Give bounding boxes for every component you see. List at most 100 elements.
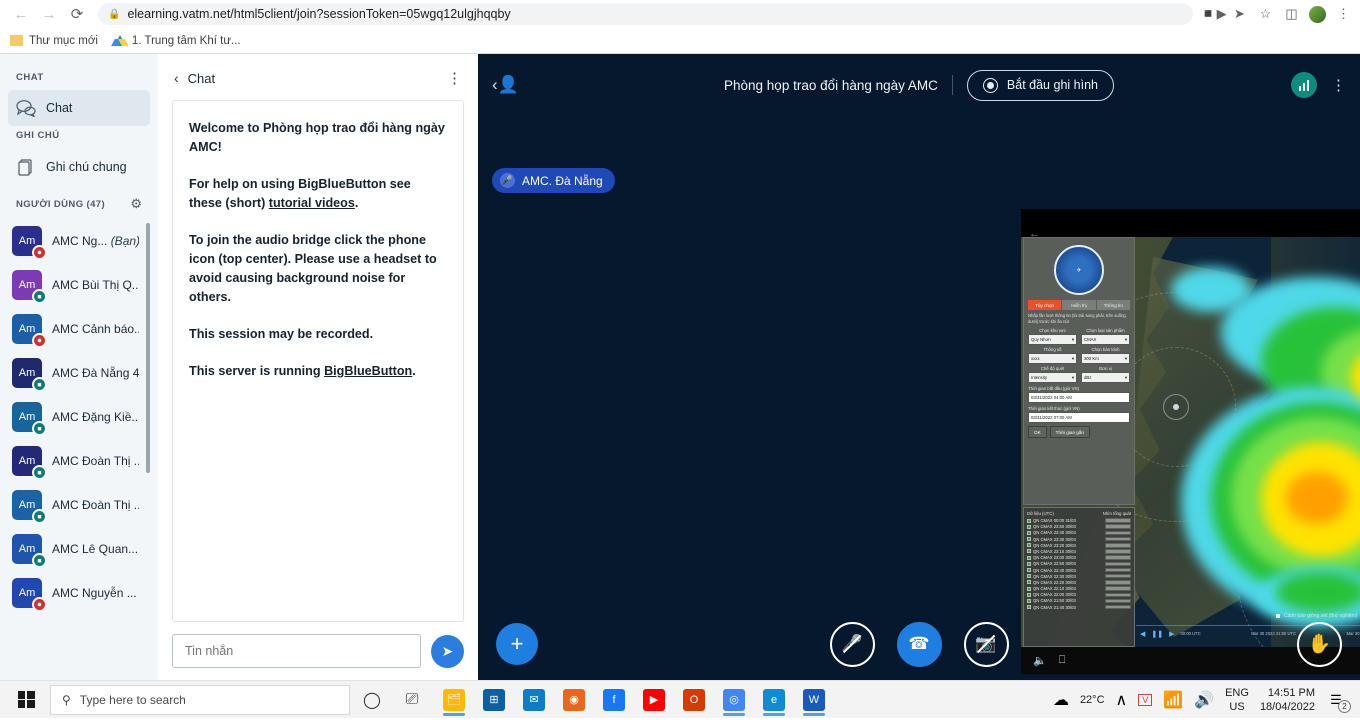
volume-icon[interactable]: 🔊 <box>1194 690 1214 710</box>
radar-data-item[interactable]: QN CMAX 22:30 30/03 <box>1027 574 1131 579</box>
message-input[interactable] <box>172 634 421 668</box>
checkbox[interactable] <box>1027 574 1031 578</box>
user-list-item[interactable]: Am⏺AMC Cảnh báo... <box>8 307 143 351</box>
checkbox[interactable] <box>1027 587 1031 591</box>
product-select[interactable]: CMAX▾ <box>1081 334 1130 345</box>
checkbox[interactable] <box>1027 537 1031 541</box>
scan-mode-select[interactable]: Intensity▾ <box>1028 372 1077 383</box>
firefox-icon[interactable]: ◉ <box>554 683 594 717</box>
user-list-item[interactable]: Am⏹AMC Đoàn Thị ... <box>8 439 143 483</box>
radar-data-item[interactable]: QN CMAX 23:50 30/03 <box>1027 524 1131 529</box>
user-list-item[interactable]: Am⏹AMC Lê Quan... <box>8 527 143 571</box>
camera-off-icon[interactable]: 📷 <box>964 622 1009 667</box>
bookmark-star-icon[interactable]: ☆ <box>1257 6 1274 23</box>
radar-data-item[interactable]: QN CMAX 23:00 30/03 <box>1027 555 1131 560</box>
user-list-scrollbar[interactable] <box>146 223 150 473</box>
bookmark-item-drive[interactable]: 1. Trung tâm Khí tư... <box>114 35 241 47</box>
radar-control-panel[interactable]: ✈ Tùy chọn Hiển thị Thông tin Nhấp lần l… <box>1023 237 1135 505</box>
radar-data-item[interactable]: QN CMAX 23:20 30/03 <box>1027 543 1131 548</box>
forward-arrow-icon[interactable]: → <box>36 1 62 27</box>
windows-start-icon[interactable] <box>6 691 46 708</box>
user-list-item[interactable]: Am⏹AMC Đoàn Thị ... <box>8 483 143 527</box>
edge-icon[interactable]: e <box>754 683 794 717</box>
ok-button[interactable]: OK <box>1028 426 1047 438</box>
end-time-input[interactable]: 03/31/2022 07:00 AM <box>1028 412 1130 423</box>
radar-data-item[interactable]: QN CMAX 22:10 30/03 <box>1027 586 1131 591</box>
mail-icon[interactable]: ✉ <box>514 683 554 717</box>
language-indicator[interactable]: ENG US <box>1225 686 1249 714</box>
phone-icon[interactable]: ☎ <box>897 622 942 667</box>
radar-tab-info[interactable]: Thông tin <box>1097 300 1130 310</box>
user-list-toggle-icon[interactable]: ‹👤 <box>492 75 519 95</box>
user-list-item[interactable]: Am⏹AMC Đặng Kiề... <box>8 395 143 439</box>
share-icon[interactable]: ➤ <box>1231 6 1248 23</box>
send-icon[interactable]: ➤ <box>431 635 464 668</box>
screencast-icon[interactable]: ◾▶ <box>1205 6 1222 23</box>
tutorial-videos-link[interactable]: tutorial videos <box>269 196 355 210</box>
radar-tab-display[interactable]: Hiển thị <box>1062 300 1095 310</box>
reload-icon[interactable]: ⟳ <box>64 1 90 27</box>
recent-time-button[interactable]: Thời gian gần <box>1050 426 1090 438</box>
checkbox[interactable] <box>1027 556 1031 560</box>
task-view-icon[interactable]: ⎚ <box>394 683 430 717</box>
microsoft-store-icon[interactable]: ⊞ <box>474 683 514 717</box>
clock[interactable]: 14:51 PM 18/04/2022 <box>1260 686 1315 714</box>
gear-icon[interactable]: ⚙ <box>130 196 142 212</box>
sidebar-item-notes[interactable]: Ghi chú chung <box>8 148 150 186</box>
cortana-icon[interactable]: ◯ <box>354 683 390 717</box>
radar-data-item[interactable]: QN CMAX 21:50 30/03 <box>1027 598 1131 603</box>
show-hidden-icons-icon[interactable]: ∧ <box>1116 690 1128 710</box>
user-list-item[interactable]: Am⏹AMC Bùi Thị Q... <box>8 263 143 307</box>
shared-screen[interactable]: ← <box>1021 209 1360 674</box>
radius-select[interactable]: 300 Km▾ <box>1081 353 1130 364</box>
user-list-item[interactable]: Am⏺AMC Ng... (Bạn) <box>8 219 143 263</box>
office-icon[interactable]: O <box>674 683 714 717</box>
param-select[interactable]: xxxx▾ <box>1028 353 1077 364</box>
actions-plus-button[interactable]: + <box>496 623 538 665</box>
user-list[interactable]: Am⏺AMC Ng... (Bạn)Am⏹AMC Bùi Thị Q...Am⏺… <box>8 219 150 680</box>
checkbox[interactable] <box>1027 525 1031 529</box>
bigbluebutton-link[interactable]: BigBlueButton <box>324 364 412 378</box>
checkbox[interactable] <box>1027 543 1031 547</box>
radar-tab-options[interactable]: Tùy chọn <box>1028 300 1061 310</box>
checkbox[interactable] <box>1027 562 1031 566</box>
checkbox[interactable] <box>1027 531 1031 535</box>
radar-data-item[interactable]: QN CMAX 23:40 30/03 <box>1027 530 1131 535</box>
chrome-menu-icon[interactable]: ⋮ <box>1335 6 1352 23</box>
extensions-icon[interactable]: ◫ <box>1283 6 1300 23</box>
profile-avatar-icon[interactable] <box>1309 6 1326 23</box>
user-list-item[interactable]: Am⏺AMC Nguyễn ... <box>8 571 143 615</box>
chat-message-list[interactable]: Welcome to Phòng họp trao đổi hàng ngày … <box>172 100 464 622</box>
raise-hand-icon[interactable]: ✋ <box>1297 622 1342 667</box>
radar-data-item[interactable]: QN CMAX 22:50 30/03 <box>1027 561 1131 566</box>
start-time-input[interactable]: 03/31/2022 04:00 AM <box>1028 392 1130 403</box>
user-list-item[interactable]: Am⏹AMC Đà Nẵng 4 <box>8 351 143 395</box>
bookmark-item-folder[interactable]: Thư mục mới <box>10 35 98 47</box>
radar-data-item[interactable]: QN CMAX 22:00 30/03 <box>1027 592 1131 597</box>
file-explorer-icon[interactable]: 🗂 <box>434 683 474 717</box>
network-icon[interactable]: 📶 <box>1163 690 1183 710</box>
radar-data-item[interactable]: QN CMAX 22:40 30/03 <box>1027 568 1131 573</box>
kebab-menu-icon[interactable]: ⋮ <box>1331 83 1346 88</box>
back-arrow-icon[interactable]: ← <box>8 1 34 27</box>
youtube-icon[interactable]: ▶ <box>634 683 674 717</box>
start-recording-button[interactable]: Bắt đầu ghi hình <box>967 70 1114 101</box>
word-icon[interactable]: W <box>794 683 834 717</box>
notification-icon[interactable]: ☰ 2 <box>1326 690 1346 710</box>
radar-data-item[interactable]: QN CMAX 23:10 30/03 <box>1027 549 1131 554</box>
sidebar-item-chat[interactable]: Chat <box>8 90 150 126</box>
radar-data-item[interactable]: QN CMAX 00:00 31/03 <box>1027 518 1131 523</box>
checkbox[interactable] <box>1027 593 1031 597</box>
unikey-icon[interactable]: V <box>1138 694 1152 706</box>
checkbox[interactable] <box>1027 519 1031 523</box>
radar-data-item[interactable]: QN CMAX 22:20 30/03 <box>1027 580 1131 585</box>
unit-select[interactable]: dBz▾ <box>1081 372 1130 383</box>
radar-data-item[interactable]: QN CMAX 23:30 30/03 <box>1027 537 1131 542</box>
checkbox[interactable] <box>1027 599 1031 603</box>
chrome-icon[interactable]: ◎ <box>714 683 754 717</box>
checkbox[interactable] <box>1027 549 1031 553</box>
kebab-menu-icon[interactable]: ⋮ <box>447 76 462 81</box>
radar-application[interactable]: ✈ Tùy chọn Hiển thị Thông tin Nhấp lần l… <box>1021 237 1360 647</box>
checkbox[interactable] <box>1027 568 1031 572</box>
address-bar[interactable]: 🔒 elearning.vatm.net/html5client/join?se… <box>98 3 1193 25</box>
